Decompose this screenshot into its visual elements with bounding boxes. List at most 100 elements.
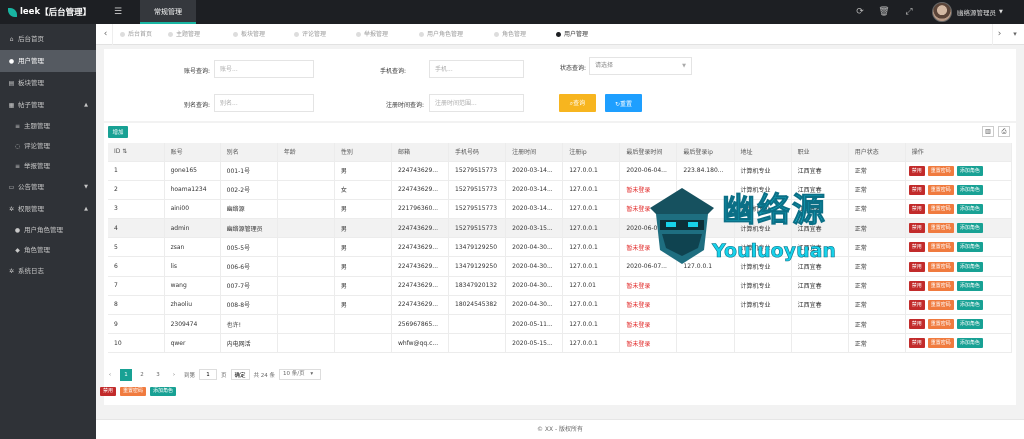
chevron-left-icon[interactable]: ‹ [99, 24, 113, 45]
table-row[interactable]: 2 hoama1234 002-2号 女 22474362​9... 1527951577… [108, 180, 1013, 200]
sidebar-item-topics[interactable]: ≡ 主题管理 [0, 116, 96, 136]
table-row[interactable]: 8 zhaoliu 008-8号 男 22474362​9... 18024545382 2… [108, 295, 1013, 316]
tab-users[interactable]: 用户管理 [556, 24, 588, 45]
column-header[interactable]: 账号 [164, 143, 221, 162]
menu-toggle-icon[interactable]: ☰ [111, 6, 125, 18]
table-row[interactable]: 3 aini00 幽络源 男 22179636​0... 15279515773 2020-… [108, 199, 1013, 220]
add-button[interactable]: 增加 [108, 126, 128, 138]
page-1[interactable]: 1 [120, 368, 132, 381]
add-role-button[interactable]: 添加角色 [956, 338, 983, 349]
column-header[interactable]: 注册时间 [505, 143, 564, 162]
disable-button[interactable]: 禁用 [908, 165, 925, 176]
query-button[interactable]: ⌕查询 [559, 94, 596, 112]
tab-comments[interactable]: 评论管理 [294, 24, 326, 45]
disable-button[interactable]: 禁用 [908, 280, 925, 291]
disable-button[interactable]: 禁用 [908, 203, 925, 214]
fullscreen-icon[interactable]: ⤢ [903, 5, 915, 19]
reset-password-button[interactable]: 重置密码 [927, 280, 954, 291]
reset-password-button[interactable]: 重置密码 [927, 242, 954, 253]
column-header[interactable]: ID ⇅ [108, 143, 165, 162]
sidebar-item-comments[interactable]: ◌ 评论管理 [0, 136, 96, 156]
regtime-input[interactable] [429, 94, 524, 112]
column-header[interactable]: 别名 [220, 143, 278, 162]
phone-input[interactable] [429, 60, 524, 78]
column-header[interactable]: 性别 [334, 143, 392, 162]
reset-button[interactable]: ↻重置 [605, 94, 642, 112]
disable-button[interactable]: 禁用 [908, 261, 925, 272]
sidebar-item-posts[interactable]: ▦ 帖子管理 ▲ [0, 94, 96, 116]
table-row[interactable]: 10 qwer 内电网活 whfw@qq.c... 2020-05-15... 127.0… [108, 333, 1013, 354]
add-role-button[interactable]: 添加角色 [956, 165, 983, 176]
disable-button[interactable]: 禁用 [908, 319, 925, 330]
column-header[interactable]: 手机号码 [448, 143, 507, 162]
disable-button[interactable]: 禁用 [908, 223, 925, 234]
bulk-add-role-button[interactable]: 添加角色 [150, 387, 177, 396]
add-role-button[interactable]: 添加角色 [956, 242, 983, 253]
column-header[interactable]: 职业 [791, 143, 849, 162]
columns-icon[interactable]: ▥ [982, 126, 994, 137]
table-row[interactable]: 7 wang 007-7号 男 22474362​9... 18347920132 2020… [108, 276, 1013, 296]
column-header[interactable]: 用户状态 [848, 143, 906, 162]
reset-password-button[interactable]: 重置密码 [927, 203, 954, 214]
page-input[interactable] [199, 369, 218, 380]
disable-button[interactable]: 禁用 [908, 299, 925, 310]
reset-password-button[interactable]: 重置密码 [927, 184, 954, 195]
reset-password-button[interactable]: 重置密码 [927, 338, 954, 349]
reset-password-button[interactable]: 重置密码 [927, 319, 954, 330]
column-header[interactable]: 操作 [905, 143, 1013, 162]
tab-user-roles[interactable]: 用户角色管理 [419, 24, 463, 45]
reset-password-button[interactable]: 重置密码 [927, 261, 954, 272]
trash-icon[interactable]: 🗑 [878, 5, 890, 19]
column-header[interactable]: 最后登录ip [676, 143, 735, 162]
column-header[interactable]: 年龄 [277, 143, 335, 162]
add-role-button[interactable]: 添加角色 [956, 203, 983, 214]
table-row[interactable]: 9 2309474 也许! 25696786​5... 2020-05-11... 127… [108, 314, 1013, 335]
sidebar-item-users[interactable]: ● 用户管理 [0, 50, 96, 72]
prev-page-icon[interactable]: ‹ [104, 369, 116, 381]
add-role-button[interactable]: 添加角色 [956, 184, 983, 195]
sidebar-item-logs[interactable]: ✲ 系统日志 [0, 260, 96, 282]
bulk-reset-password-button[interactable]: 重置密码 [120, 387, 147, 396]
tab-reports[interactable]: 举报管理 [356, 24, 388, 45]
account-input[interactable] [214, 60, 314, 78]
disable-button[interactable]: 禁用 [908, 242, 925, 253]
sidebar-item-roles[interactable]: ◆ 角色管理 [0, 240, 96, 260]
confirm-button[interactable]: 确定 [230, 369, 250, 380]
table-row[interactable]: 1 gone165 001-1号男 22474362​9... 15279515773 2… [108, 161, 1013, 181]
user-menu[interactable]: 幽络源管理员 ▼ [932, 1, 1003, 23]
alias-input[interactable] [214, 94, 314, 112]
table-row[interactable]: 6 lis 006-6号男 22474362​9... 13479129250 2020-… [108, 256, 1013, 277]
add-role-button[interactable]: 添加角色 [956, 280, 983, 291]
column-header[interactable]: 注册ip [562, 143, 621, 162]
print-icon[interactable]: ⎙ [998, 126, 1010, 137]
table-row[interactable]: 5 zsan 005-5号 男 22474362​9... 13479129250 2020… [108, 237, 1013, 258]
sidebar-item-reports[interactable]: ≡ 举报管理 [0, 156, 96, 176]
nav-main-tab[interactable]: 常规管理 [140, 0, 196, 24]
column-header[interactable]: 地址 [734, 143, 792, 162]
reset-password-button[interactable]: 重置密码 [927, 299, 954, 310]
reset-password-button[interactable]: 重置密码 [927, 223, 954, 234]
sidebar-item-user-roles[interactable]: ● 用户角色管理 [0, 220, 96, 240]
tab-boards[interactable]: 板块管理 [233, 24, 265, 45]
sidebar-item-announcements[interactable]: ▭ 公告管理 ▼ [0, 176, 96, 198]
add-role-button[interactable]: 添加角色 [956, 319, 983, 330]
tab-home[interactable]: 后台首页 [120, 24, 152, 45]
page-3[interactable]: 3 [152, 369, 164, 381]
table-row[interactable]: 4 admin 幽络源管理员男 22474362​9... 15279515773 202… [108, 218, 1013, 239]
tab-topics[interactable]: 主题管理 [168, 24, 200, 45]
column-header[interactable]: 邮箱 [391, 143, 450, 162]
status-select[interactable]: 请选择 ▼ [589, 57, 692, 75]
disable-button[interactable]: 禁用 [908, 184, 925, 195]
tab-roles[interactable]: 角色管理 [494, 24, 526, 45]
column-header[interactable]: 最后登录时间 [619, 143, 678, 162]
add-role-button[interactable]: 添加角色 [956, 299, 983, 310]
per-page-select[interactable]: 10 条/页 ▾ [279, 369, 322, 380]
reset-password-button[interactable]: 重置密码 [927, 165, 954, 176]
refresh-icon[interactable]: ⟳ [854, 5, 866, 19]
sidebar-item-boards[interactable]: ▤ 板块管理 [0, 72, 96, 94]
sidebar-item-home[interactable]: ⌂ 后台首页 [0, 28, 96, 50]
disable-button[interactable]: 禁用 [908, 338, 925, 349]
bulk-disable-button[interactable]: 禁用 [100, 387, 117, 396]
next-page-icon[interactable]: › [168, 369, 180, 381]
chevron-down-icon[interactable]: ▾ [1008, 24, 1022, 45]
